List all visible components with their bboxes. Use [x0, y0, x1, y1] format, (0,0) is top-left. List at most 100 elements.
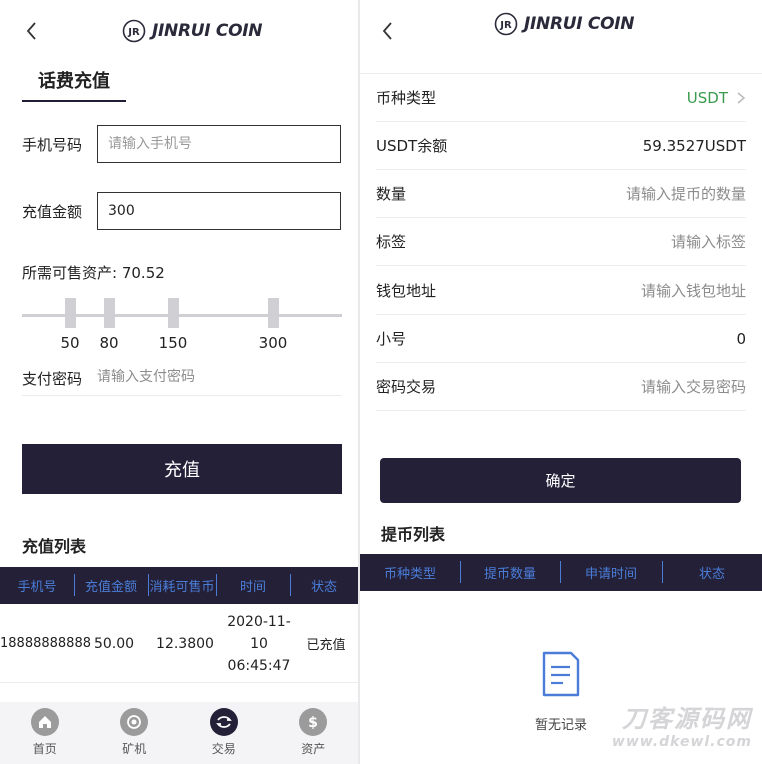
confirm-button[interactable]: 确定 — [380, 458, 741, 503]
recharge-screen: JR JINRUI COIN 话费充值 手机号码 充值金额 所需可售资产: 70… — [0, 0, 358, 764]
slider-label[interactable]: 300 — [253, 334, 293, 352]
wallet-row: 钱包地址 — [376, 267, 746, 315]
slider-label[interactable]: 50 — [50, 334, 90, 352]
tab-miner[interactable]: 矿机 — [90, 702, 180, 764]
row-phone: 18888888888 — [0, 636, 91, 651]
column-header: 提币数量 — [460, 561, 560, 583]
brand-logo: JR JINRUI COIN — [494, 8, 635, 40]
withdraw-list-title: 提币列表 — [381, 525, 446, 544]
quantity-label: 数量 — [376, 185, 407, 203]
wallet-address-input[interactable] — [526, 281, 746, 300]
slider-label[interactable]: 150 — [153, 334, 193, 352]
phone-label: 手机号码 — [22, 136, 83, 154]
tab-label: 资产 — [301, 742, 326, 756]
trade-password-label: 密码交易 — [376, 378, 437, 396]
jr-logo-icon: JR — [494, 12, 518, 36]
column-header: 消耗可售币 — [148, 574, 216, 596]
tab-trade[interactable]: 交易 — [179, 702, 269, 764]
document-icon — [542, 651, 580, 697]
brand-name: JINRUI COIN — [524, 14, 635, 34]
row-amount: 50.00 — [93, 635, 135, 652]
chevron-right-icon — [737, 91, 746, 104]
coin-type-row[interactable]: 币种类型 USDT — [376, 74, 746, 122]
back-button[interactable] — [22, 16, 48, 46]
tag-input[interactable] — [526, 232, 746, 251]
recharge-list-title: 充值列表 — [22, 537, 87, 556]
slider-label[interactable]: 80 — [89, 334, 129, 352]
pay-password-row: 支付密码 — [22, 364, 342, 396]
bottom-tab-bar: 首页 矿机 交易 $ 资产 — [0, 702, 358, 764]
pay-password-input[interactable] — [97, 364, 337, 390]
amount-label: 充值金额 — [22, 203, 83, 221]
required-asset-value: 70.52 — [121, 264, 165, 282]
required-asset-label: 所需可售资产: — [22, 264, 118, 282]
phone-input[interactable] — [97, 125, 341, 163]
header: JR JINRUI COIN — [0, 0, 358, 62]
tab-label: 矿机 — [122, 742, 147, 756]
tab-home[interactable]: 首页 — [0, 702, 90, 764]
miner-icon — [120, 708, 149, 736]
balance-value: 59.3527USDT — [642, 136, 746, 155]
coin-type-value: USDT — [686, 88, 728, 107]
slider-notch-150[interactable] — [168, 298, 179, 328]
slider-notch-300[interactable] — [268, 298, 279, 328]
jr-logo-icon: JR — [122, 19, 146, 43]
back-button[interactable] — [378, 16, 404, 46]
amount-input[interactable] — [97, 192, 341, 230]
column-header: 状态 — [290, 574, 358, 596]
tab-label: 交易 — [211, 742, 236, 756]
amount-slider[interactable]: 50 80 150 300 — [22, 298, 342, 358]
quantity-input[interactable] — [526, 184, 746, 203]
asset-icon: $ — [299, 708, 328, 736]
chevron-left-icon — [382, 22, 392, 40]
svg-text:JR: JR — [127, 27, 140, 38]
trade-icon — [209, 708, 238, 736]
watermark-title: 刀客源码网 — [622, 705, 752, 733]
row-status: 已充值 — [306, 638, 346, 653]
brand-logo: JR JINRUI COIN — [122, 15, 263, 47]
coin-type-label: 币种类型 — [376, 89, 437, 107]
column-header: 充值金额 — [74, 574, 148, 596]
fee-row: 小号 0 — [376, 315, 746, 363]
fee-label: 小号 — [376, 330, 407, 348]
quantity-row: 数量 — [376, 170, 746, 218]
withdraw-table-header: 币种类型 提币数量 申请时间 状态 — [360, 554, 762, 591]
tab-label: 首页 — [32, 742, 57, 756]
tab-phone-recharge[interactable]: 话费充值 — [22, 68, 126, 102]
trade-password-row: 密码交易 — [376, 363, 746, 411]
column-header: 状态 — [662, 561, 762, 583]
column-header: 申请时间 — [560, 561, 662, 583]
table-row: 18888888888 50.00 12.3800 2020-11-10 06:… — [0, 605, 358, 683]
balance-row: USDT余额 59.3527USDT — [376, 122, 746, 170]
pay-password-label: 支付密码 — [22, 370, 83, 388]
tag-label: 标签 — [376, 233, 407, 251]
row-time: 06:45:47 — [227, 657, 291, 674]
tab-asset[interactable]: $ 资产 — [269, 702, 359, 764]
row-consumed: 12.3800 — [156, 635, 214, 652]
row-datetime: 2020-11-10 06:45:47 — [224, 611, 294, 677]
column-header: 币种类型 — [383, 567, 436, 582]
slider-notch-50[interactable] — [65, 298, 76, 328]
home-icon — [30, 708, 59, 736]
header: JR JINRUI COIN — [360, 0, 762, 62]
slider-notch-80[interactable] — [104, 298, 115, 328]
recharge-table-header: 手机号 充值金额 消耗可售币 时间 状态 — [0, 567, 358, 604]
fee-value: 0 — [736, 329, 746, 348]
withdraw-screen: JR JINRUI COIN 币种类型 USDT USDT余额 59.3527U… — [360, 0, 762, 764]
wallet-label: 钱包地址 — [376, 282, 437, 300]
row-date: 2020-11-10 — [227, 613, 291, 652]
column-header: 手机号 — [17, 580, 57, 595]
coin-type-select[interactable]: USDT — [687, 89, 746, 107]
svg-text:JR: JR — [499, 20, 512, 31]
chevron-left-icon — [26, 22, 36, 40]
charge-button[interactable]: 充值 — [22, 444, 342, 494]
column-header: 时间 — [216, 574, 290, 596]
tag-row: 标签 — [376, 218, 746, 266]
balance-label: USDT余额 — [376, 137, 448, 155]
brand-name: JINRUI COIN — [152, 21, 263, 41]
trade-password-input[interactable] — [526, 377, 746, 396]
svg-text:$: $ — [308, 715, 318, 731]
watermark-url: www.dkewl.com — [611, 734, 752, 750]
empty-text: 暂无记录 — [534, 718, 587, 733]
required-asset: 所需可售资产: 70.52 — [22, 262, 165, 283]
